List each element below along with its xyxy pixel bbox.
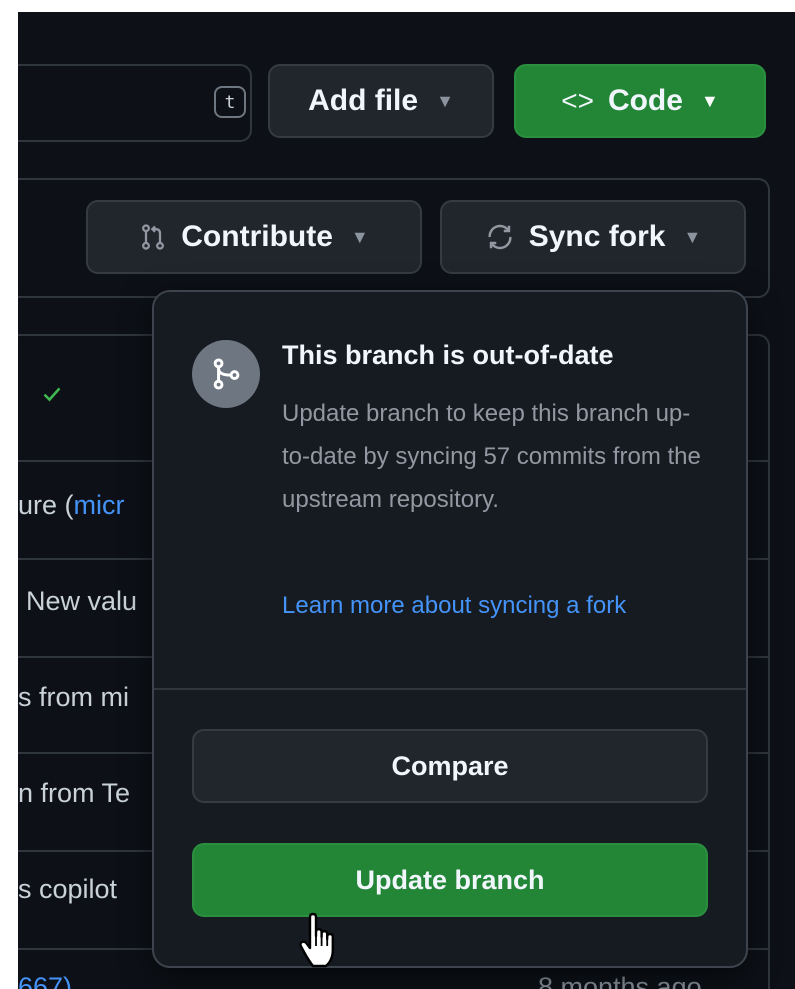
hand-cursor-icon <box>299 912 334 968</box>
commit-message: New valu <box>26 586 138 616</box>
add-file-label: Add file <box>308 84 419 117</box>
code-label: Code <box>607 84 683 117</box>
learn-more-link[interactable]: Learn more about syncing a fork <box>282 592 626 620</box>
list-item[interactable]: s copilot <box>18 874 117 905</box>
commit-message: ure ( <box>18 490 74 520</box>
list-item[interactable]: s from mi <box>18 682 129 713</box>
code-button[interactable]: <> Code ▼ <box>514 64 766 138</box>
list-item[interactable]: New valu <box>18 586 137 617</box>
commit-message: s from mi <box>18 682 129 712</box>
update-branch-button[interactable]: Update branch <box>192 843 708 917</box>
contribute-label: Contribute <box>181 220 333 253</box>
keyboard-shortcut-hint: t <box>214 86 246 118</box>
compare-button[interactable]: Compare <box>192 729 708 803</box>
check-icon <box>43 387 61 402</box>
list-item[interactable]: n from Te <box>18 778 130 809</box>
chevron-down-icon: ▼ <box>683 226 702 247</box>
divider <box>154 688 746 690</box>
commit-link[interactable]: micr <box>74 490 125 520</box>
git-pull-request-icon <box>142 224 165 250</box>
commit-age: 8 months ago <box>538 972 702 989</box>
chevron-down-icon: ▼ <box>700 90 719 111</box>
add-file-button[interactable]: Add file ▼ <box>268 64 494 138</box>
contribute-button[interactable]: Contribute ▼ <box>86 200 422 274</box>
commit-message: n from Te <box>18 778 131 808</box>
popover-description: Update branch to keep this branch up-to-… <box>282 400 701 513</box>
sync-fork-label: Sync fork <box>528 220 666 253</box>
commit-link[interactable]: 667) <box>18 972 72 989</box>
chevron-down-icon: ▼ <box>436 90 454 111</box>
chevron-down-icon: ▼ <box>350 226 369 247</box>
popover-title: This branch is out-of-date <box>282 340 614 370</box>
sync-fork-popover: This branch is out-of-date Update branch… <box>152 290 748 968</box>
sync-fork-button[interactable]: Sync fork ▼ <box>440 200 746 274</box>
git-branch-icon <box>192 340 260 408</box>
list-item[interactable]: ure (micr <box>18 490 125 521</box>
sync-icon <box>488 224 512 250</box>
repo-page: t Add file ▼ <> Code ▼ Contribute ▼ Sync… <box>18 12 795 989</box>
code-icon: <> <box>561 85 594 116</box>
commit-message: s copilot <box>18 874 118 904</box>
